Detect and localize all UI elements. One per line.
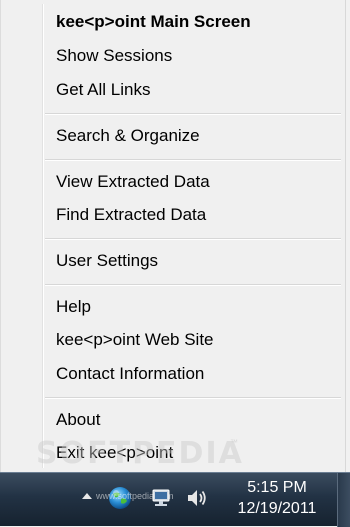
menu-item-find-extracted-data[interactable]: Find Extracted Data (56, 200, 341, 230)
show-desktop-button[interactable] (337, 473, 350, 527)
taskbar: www.softpedia.com 5:15 PM 12/19/2011 (0, 472, 350, 527)
volume-icon[interactable] (182, 484, 210, 512)
menu-item-main-screen[interactable]: kee<p>oint Main Screen (56, 7, 341, 37)
menu-item-show-sessions[interactable]: Show Sessions (56, 41, 341, 71)
menu-item-help[interactable]: Help (56, 292, 341, 322)
menu-icon-gutter (42, 4, 44, 468)
menu-item-search-organize[interactable]: Search & Organize (56, 121, 341, 151)
clock-date: 12/19/2011 (237, 500, 317, 517)
menu-item-web-site[interactable]: kee<p>oint Web Site (56, 325, 341, 355)
show-hidden-icons-arrow-icon[interactable] (82, 493, 92, 499)
menu-separator (45, 284, 341, 286)
system-clock[interactable]: 5:15 PM 12/19/2011 (222, 477, 332, 519)
network-icon[interactable] (147, 484, 175, 512)
menu-item-view-extracted-data[interactable]: View Extracted Data (56, 167, 341, 197)
menu-item-about[interactable]: About (56, 405, 341, 435)
menu-separator (45, 113, 341, 115)
menu-item-contact-information[interactable]: Contact Information (56, 359, 341, 389)
menu-item-exit[interactable]: Exit kee<p>oint (56, 438, 341, 468)
tray-context-menu: kee<p>oint Main Screen Show Sessions Get… (0, 0, 346, 472)
menu-item-user-settings[interactable]: User Settings (56, 246, 341, 276)
menu-separator (45, 238, 341, 240)
clock-time: 5:15 PM (247, 479, 307, 496)
menu-separator (45, 159, 341, 161)
menu-separator (45, 397, 341, 399)
menu-item-get-all-links[interactable]: Get All Links (56, 75, 341, 105)
